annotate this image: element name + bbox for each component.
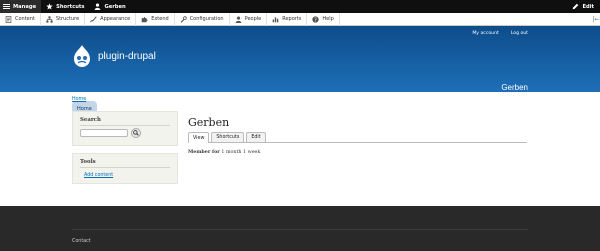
add-content-link[interactable]: Add content [84,173,113,178]
bar-chart-icon [272,16,279,23]
admin-toolbar: Manage Shortcuts Gerben Edit [0,0,600,13]
my-account-link[interactable]: My account [472,31,498,36]
tray-label: Help [322,16,334,22]
tray-item-reports[interactable]: Reports [267,12,308,26]
pencil-icon [572,3,579,10]
search-block-title: Search [80,117,101,123]
tray-label: Extend [151,16,169,22]
tray-label: Configuration [189,16,224,22]
orientation-toggle-icon[interactable]: |← [592,13,600,26]
contact-link[interactable]: Contact [72,239,91,244]
structure-icon [46,15,53,23]
menu-icon [3,3,10,10]
help-icon: ? [312,15,320,23]
user-icon [94,3,101,10]
divider [80,125,170,126]
divider [72,229,528,230]
search-icon [133,130,139,136]
site-footer: Contact [0,206,600,251]
wrench-icon [180,15,187,23]
edit-label: Edit [582,3,594,10]
tray-label: Structure [55,16,80,22]
tab-shortcuts[interactable]: Shortcuts [211,132,245,142]
secondary-menu: My account Log out [472,31,528,36]
local-tabs: View Shortcuts Edit [188,132,527,143]
tray-item-help[interactable]: ? Help [307,12,340,26]
edit-button[interactable]: Edit [567,0,600,13]
member-for: Member for 1 month 1 week [188,149,260,155]
tray-label: Reports [282,16,302,22]
tab-view[interactable]: View [188,132,210,143]
breadcrumb-home-link[interactable]: Home [72,97,86,102]
page-title: Gerben [188,116,230,129]
manage-label: Manage [13,3,37,10]
svg-text:?: ? [315,17,318,23]
admin-menu-tray: Content Structure Appearance Extend Conf… [0,12,600,26]
tray-label: Appearance [100,16,131,22]
brush-icon [90,15,97,23]
divider [80,167,170,168]
tray-item-extend[interactable]: Extend [136,12,175,26]
manage-button[interactable]: Manage [0,0,42,13]
tray-label: People [244,16,262,22]
tab-edit[interactable]: Edit [246,132,266,142]
content-icon [5,15,12,23]
site-name[interactable]: plugin-drupal [98,51,156,62]
search-input[interactable] [80,129,128,137]
tray-item-structure[interactable]: Structure [41,12,86,26]
member-for-value: 1 month 1 week [221,150,261,155]
tray-item-content[interactable]: Content [0,12,41,26]
tray-item-people[interactable]: People [230,12,268,26]
member-for-label: Member for [188,149,220,155]
tools-block: Tools Add content [72,153,178,184]
logout-link[interactable]: Log out [511,31,528,36]
tray-item-appearance[interactable]: Appearance [85,12,137,26]
user-label: Gerben [104,3,126,10]
user-button[interactable]: Gerben [89,0,130,13]
drupal-logo[interactable] [72,44,92,68]
people-icon [235,16,242,23]
shortcuts-label: Shortcuts [56,3,85,10]
tray-item-configuration[interactable]: Configuration [175,12,230,26]
search-block: Search [72,111,178,146]
tray-label: Content [15,16,35,22]
shortcuts-button[interactable]: Shortcuts [41,0,89,13]
header-user-name: Gerben [501,83,528,92]
puzzle-icon [141,16,148,23]
search-button[interactable] [131,128,141,138]
star-icon [46,3,53,10]
tools-block-title: Tools [80,159,96,165]
site-header: My account Log out plugin-drupal Gerben … [0,26,600,117]
